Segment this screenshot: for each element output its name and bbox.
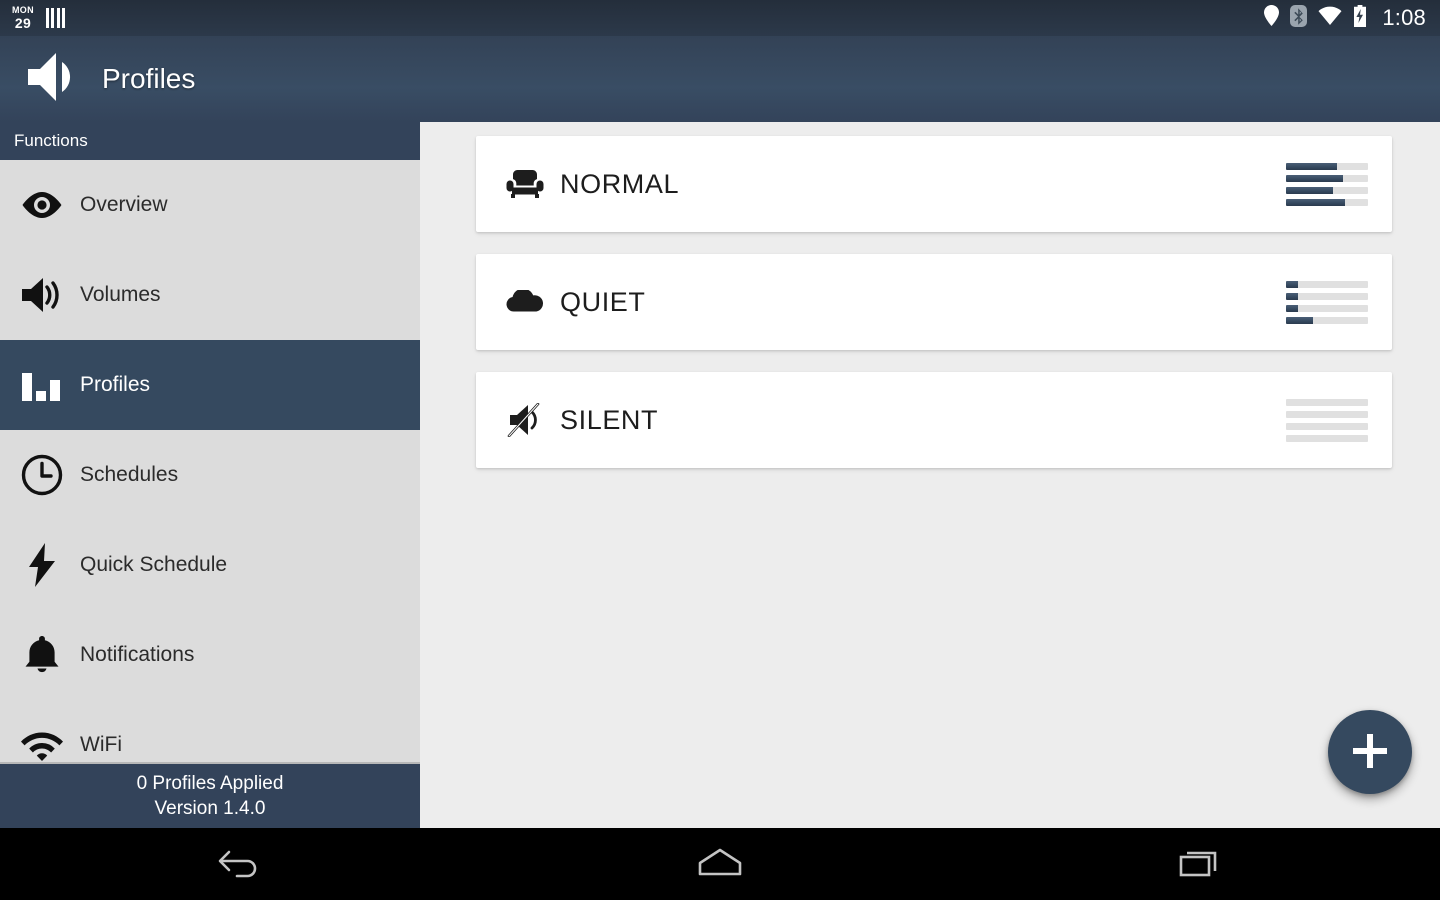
- speaker-muted-icon: [500, 403, 550, 437]
- volume-bar: [1286, 410, 1368, 418]
- profile-card-silent[interactable]: SILENT: [476, 372, 1392, 468]
- wifi-icon: [1318, 6, 1342, 30]
- sidebar-item-wifi[interactable]: WiFi: [0, 700, 420, 770]
- volume-bar-fill: [1286, 280, 1299, 288]
- volume-bar: [1286, 422, 1368, 430]
- volume-bars: [1286, 162, 1368, 206]
- sidebar-item-label: Overview: [80, 193, 168, 216]
- nav-back-button[interactable]: [0, 846, 480, 883]
- sidebar-item-label: Profiles: [80, 373, 151, 396]
- sidebar-item-schedules[interactable]: Schedules: [0, 430, 420, 520]
- sidebar: Functions Overview Volumes Profiles Sche…: [0, 122, 420, 828]
- volume-bar: [1286, 198, 1368, 206]
- sidebar-item-label: Quick Schedule: [80, 553, 228, 576]
- profiles-applied-status: 0 Profiles Applied: [136, 772, 284, 794]
- app-root: MON 29 1:08 Profiles Functions Overview …: [0, 0, 1440, 900]
- status-bar-left: MON 29: [12, 5, 66, 31]
- sidebar-item-quick-schedule[interactable]: Quick Schedule: [0, 520, 420, 610]
- bell-icon: [14, 634, 70, 676]
- page-title: Profiles: [102, 63, 196, 94]
- eye-icon: [14, 190, 70, 220]
- sidebar-item-label: WiFi: [80, 733, 122, 756]
- volume-bar-fill: [1286, 186, 1333, 194]
- sidebar-header: Functions: [0, 122, 420, 160]
- status-date: MON 29: [12, 5, 34, 31]
- location-pin-icon: [1264, 5, 1280, 31]
- volume-bar: [1286, 186, 1368, 194]
- volume-bars: [1286, 280, 1368, 324]
- add-profile-fab[interactable]: [1328, 710, 1412, 794]
- status-bar-right: 1:08: [1264, 4, 1426, 32]
- barcode-icon: [45, 8, 66, 28]
- status-time: 1:08: [1382, 5, 1426, 30]
- volume-bar-fill: [1286, 292, 1299, 300]
- sidebar-item-label: Volumes: [80, 283, 161, 306]
- battery-charging-icon: [1353, 4, 1367, 32]
- android-nav-bar: [0, 828, 1440, 900]
- volume-bar: [1286, 292, 1368, 300]
- volume-bar: [1286, 280, 1368, 288]
- sidebar-item-overview[interactable]: Overview: [0, 160, 420, 250]
- volume-bar-fill: [1286, 174, 1344, 182]
- action-bar: Profiles: [0, 36, 1440, 122]
- sidebar-item-profiles[interactable]: Profiles: [0, 340, 420, 430]
- profile-name: QUIET: [560, 286, 646, 317]
- sidebar-item-notifications[interactable]: Notifications: [0, 610, 420, 700]
- volume-bar: [1286, 316, 1368, 324]
- sidebar-list: Overview Volumes Profiles Schedules Quic…: [0, 160, 420, 770]
- back-icon: [217, 846, 263, 883]
- speaker-waves-icon: [14, 276, 70, 314]
- nav-home-button[interactable]: [480, 846, 960, 883]
- profile-card-quiet[interactable]: QUIET: [476, 254, 1392, 350]
- profile-card-normal[interactable]: NORMAL: [476, 136, 1392, 232]
- volume-bar: [1286, 174, 1368, 182]
- sidebar-item-label: Schedules: [80, 463, 179, 486]
- plus-icon: [1350, 731, 1390, 774]
- wifi-icon: [14, 729, 70, 761]
- sidebar-item-label: Notifications: [80, 643, 195, 666]
- clock-icon: [14, 454, 70, 496]
- status-day-label: MON: [12, 5, 34, 15]
- profile-name: SILENT: [560, 404, 659, 435]
- status-day-number: 29: [14, 15, 32, 31]
- nav-recents-button[interactable]: [960, 846, 1440, 883]
- volume-bar-fill: [1286, 304, 1299, 312]
- bar-chart-icon: [14, 369, 70, 401]
- volume-bar-fill: [1286, 162, 1337, 170]
- volume-bar-fill: [1286, 198, 1346, 206]
- bluetooth-icon: [1290, 4, 1308, 32]
- profile-name: NORMAL: [560, 168, 680, 199]
- volume-bar: [1286, 398, 1368, 406]
- volume-bar: [1286, 434, 1368, 442]
- sidebar-footer: 0 Profiles Applied Version 1.4.0: [0, 762, 420, 828]
- cloud-icon: [500, 290, 550, 314]
- sidebar-item-volumes[interactable]: Volumes: [0, 250, 420, 340]
- volume-bar: [1286, 304, 1368, 312]
- home-icon: [696, 846, 744, 883]
- armchair-icon: [500, 169, 550, 199]
- volume-bars: [1286, 398, 1368, 442]
- speaker-volume-icon: [26, 51, 80, 108]
- volume-bar-fill: [1286, 316, 1314, 324]
- profiles-list: NORMAL QUIET SILENT: [420, 122, 1440, 828]
- status-bar: MON 29 1:08: [0, 0, 1440, 36]
- recents-icon: [1178, 846, 1222, 883]
- volume-bar: [1286, 162, 1368, 170]
- app-version: Version 1.4.0: [154, 797, 266, 819]
- lightning-bolt-icon: [14, 543, 70, 587]
